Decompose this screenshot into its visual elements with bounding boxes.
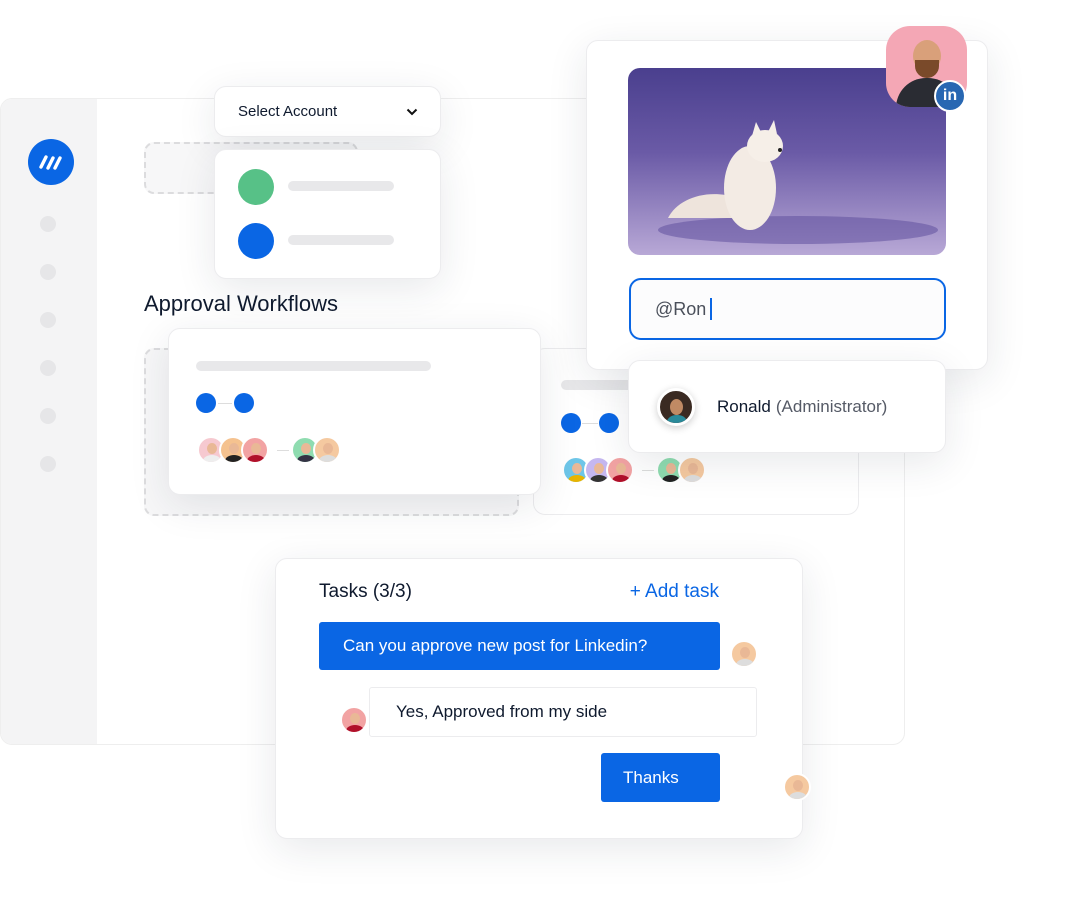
approver-avatars <box>197 436 341 464</box>
account-option-blue[interactable] <box>238 223 274 259</box>
beard <box>915 60 939 78</box>
avatar <box>606 456 634 484</box>
account-list <box>214 149 441 279</box>
avatar <box>313 436 341 464</box>
account-name-placeholder <box>288 235 394 245</box>
tasks-title: Tasks (3/3) <box>319 581 412 602</box>
account-name-placeholder <box>288 181 394 191</box>
workflow-title-placeholder <box>196 361 431 371</box>
sidebar-item-4[interactable] <box>40 360 56 376</box>
text-cursor <box>710 298 713 320</box>
mention-suggestion[interactable]: Ronald (Administrator) <box>628 360 946 453</box>
mention-input[interactable]: @Ron <box>629 278 946 340</box>
add-task-button[interactable]: + Add task <box>630 581 719 603</box>
suggestion-role: (Administrator) <box>775 396 888 416</box>
divider <box>277 449 289 451</box>
tasks-card: Tasks (3/3) + Add task Can you approve n… <box>275 558 811 839</box>
avatar <box>241 436 269 464</box>
ronald-avatar <box>657 387 695 426</box>
message-text: Thanks <box>623 767 679 787</box>
message-bubble: Yes, Approved from my side <box>369 687 757 737</box>
sidebar-item-6[interactable] <box>40 456 56 472</box>
workflow-card-1[interactable] <box>168 328 541 495</box>
account-option-green[interactable] <box>238 169 274 205</box>
sidebar-item-3[interactable] <box>40 312 56 328</box>
sidebar-item-1[interactable] <box>40 216 56 232</box>
suggestion-name: Ronald <box>717 396 771 416</box>
step-dot <box>561 413 581 433</box>
section-title: Approval Workflows <box>144 291 338 316</box>
select-account-label: Select Account <box>238 103 338 120</box>
step-dot <box>599 413 619 433</box>
linkedin-icon: in <box>934 80 966 112</box>
sidebar-item-2[interactable] <box>40 264 56 280</box>
mention-input-value: @Ron <box>655 298 707 319</box>
message-bubble: Thanks <box>601 753 720 802</box>
message-text: Can you approve new post for Linkedin? <box>343 636 648 655</box>
select-account-dropdown[interactable]: Select Account <box>214 86 441 137</box>
message-text: Yes, Approved from my side <box>396 702 608 721</box>
avatar <box>340 706 369 734</box>
avatar <box>782 773 811 801</box>
step-connector <box>218 403 232 404</box>
step-dot <box>196 393 216 413</box>
step-connector <box>582 423 598 424</box>
sidebar-item-5[interactable] <box>40 408 56 424</box>
message-bubble: Can you approve new post for Linkedin? <box>319 622 720 670</box>
approver-avatars <box>562 456 706 484</box>
avatar <box>678 456 706 484</box>
step-dot <box>234 393 254 413</box>
chevron-down-icon <box>406 108 418 115</box>
avatar <box>730 640 758 668</box>
logo-icon[interactable] <box>28 139 74 185</box>
divider <box>642 469 654 471</box>
